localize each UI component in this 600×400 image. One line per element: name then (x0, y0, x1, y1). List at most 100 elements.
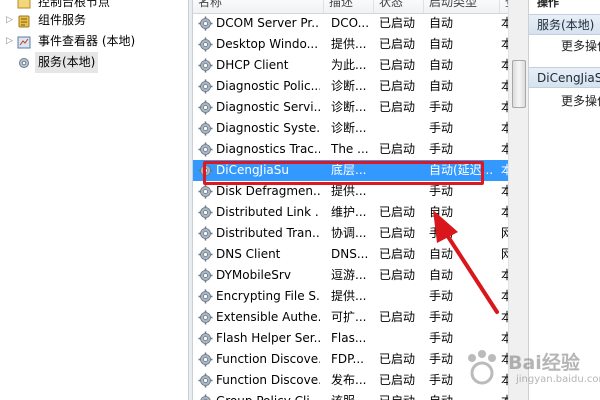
service-logon: 本 (501, 163, 508, 177)
service-startup-type: 自动 (429, 37, 454, 51)
service-status: 已启动 (379, 79, 416, 93)
service-description: Flas... (331, 331, 367, 345)
service-logon: 本 (501, 289, 508, 303)
actions-title: 操作 (537, 0, 559, 9)
service-status: 已启动 (379, 100, 416, 114)
service-status: 已启动 (379, 310, 416, 324)
service-description: 可扩... (331, 310, 367, 324)
service-description: DNS... (331, 247, 369, 261)
column-header-startup-type[interactable]: 启动类型 (424, 0, 500, 13)
service-startup-type: 手动 (429, 289, 454, 303)
service-startup-type: 自动 (429, 247, 454, 261)
service-description: 维护... (331, 205, 367, 219)
service-gear-icon (198, 373, 213, 388)
paw-logo-icon (468, 350, 496, 385)
service-name: Extensible Authe... (216, 310, 320, 324)
service-status: 已启动 (379, 37, 416, 51)
service-gear-icon (198, 352, 213, 367)
component-services-icon (17, 14, 31, 28)
service-gear-icon (198, 37, 213, 52)
column-header-logon[interactable]: 登 (500, 0, 508, 13)
service-gear-icon (198, 58, 213, 73)
column-header-name[interactable]: 名称 (193, 0, 324, 13)
service-logon: 本 (501, 121, 508, 135)
service-description: 为此... (331, 58, 367, 72)
scrollbar-thumb[interactable] (512, 60, 526, 108)
service-description: The ... (331, 142, 369, 156)
table-row[interactable]: Diagnostic Polic... 诊断... 已启动 自动 本 (193, 76, 508, 97)
service-gear-icon (198, 16, 213, 31)
service-name: Diagnostic Syste... (216, 121, 320, 135)
table-row[interactable]: Desktop Windo... 提供... 已启动 自动 本 (193, 34, 508, 55)
service-startup-type: 自动 (429, 16, 454, 30)
table-row[interactable]: Encrypting File S... 提供... 手动 本 (193, 286, 508, 307)
actions-section-selected-service[interactable]: DiCengJiaSu (529, 67, 600, 88)
table-row[interactable]: Extensible Authe... 可扩... 已启动 手动 本 (193, 307, 508, 328)
service-startup-type: 自动 (429, 79, 454, 93)
table-row[interactable]: Distributed Tran... 协调... 已启动 手动 网 (193, 223, 508, 244)
service-name: DNS Client (216, 247, 281, 261)
service-gear-icon (198, 79, 213, 94)
vertical-scrollbar[interactable] (508, 0, 528, 400)
tree-item-label: 服务(本地) (35, 52, 99, 73)
service-status: 已启动 (379, 16, 416, 30)
table-row[interactable]: Diagnostic Servi... 诊断... 已启动 手动 本 (193, 97, 508, 118)
service-status (379, 286, 423, 307)
service-status: 已启动 (379, 247, 416, 261)
watermark: Bai经验 jingyan.baidu.com (458, 344, 600, 394)
service-startup-type: 手动 (429, 310, 454, 324)
service-startup-type: 手动 (429, 226, 454, 240)
service-logon: 本 (501, 184, 508, 198)
service-status: 已启动 (379, 226, 416, 240)
table-row[interactable]: DYMobileSrv 逗游... 已启动 自动 本 (193, 265, 508, 286)
table-row[interactable]: DNS Client DNS... 已启动 自动 网 (193, 244, 508, 265)
service-logon: 本 (501, 100, 508, 114)
service-name: Diagnostic Servi... (216, 100, 320, 114)
service-gear-icon (198, 394, 213, 400)
service-status: 已启动 (379, 268, 416, 282)
service-name: DHCP Client (216, 58, 289, 72)
service-gear-icon (198, 331, 213, 346)
services-gear-icon (17, 56, 31, 69)
column-header-description[interactable]: 描述 (324, 0, 374, 13)
service-gear-icon (198, 100, 213, 115)
service-logon: 本 (501, 37, 508, 51)
service-description: 逗游... (331, 268, 367, 282)
expand-arrow-icon[interactable]: ▷ (6, 31, 16, 52)
service-description: 诊断... (331, 121, 367, 135)
service-gear-icon (198, 247, 213, 262)
service-logon: 本 (501, 58, 508, 72)
service-name: Group Policy Cli... (216, 391, 320, 400)
service-gear-icon (198, 205, 213, 220)
service-name: Distributed Tran... (216, 226, 320, 240)
services-list: 名称 描述 状态 启动类型 登 DCOM Server Pr... DCO... 已… (193, 0, 508, 400)
service-name: Diagnostic Polic... (216, 79, 320, 93)
service-gear-icon (198, 142, 213, 157)
service-logon: 本 (501, 142, 508, 156)
service-description: 该服... (331, 391, 375, 400)
more-actions-item[interactable]: 更多操作 (529, 91, 600, 112)
actions-section-services-local[interactable]: 服务(本地) (529, 14, 600, 35)
service-status: 已启动 (379, 205, 416, 219)
service-logon: 网 (501, 226, 508, 240)
more-actions-item[interactable]: 更多操作 (529, 36, 600, 57)
table-row[interactable]: DHCP Client 为此... 已启动 自动 本 (193, 55, 508, 76)
table-row[interactable]: DCOM Server Pr... DCO... 已启动 自动 本 (193, 13, 508, 34)
expand-arrow-icon[interactable]: ▷ (6, 10, 16, 31)
service-gear-icon (198, 226, 213, 241)
service-name: Flash Helper Ser... (216, 331, 320, 345)
service-description: 提供... (331, 289, 367, 303)
service-name: DYMobileSrv (216, 268, 291, 282)
table-row[interactable]: Distributed Link ... 维护... 已启动 自动 本 (193, 202, 508, 223)
table-row[interactable]: Diagnostic Syste... 诊断... 手动 本 (193, 118, 508, 139)
column-header-status[interactable]: 状态 (374, 0, 424, 13)
service-gear-icon (198, 289, 213, 304)
table-row[interactable]: Diagnostics Trac... The ... 已启动 手动 本 (193, 139, 508, 160)
service-logon: 本 (501, 79, 508, 93)
service-startup-type: 手动 (429, 100, 454, 114)
service-startup-type: 自动 (429, 58, 454, 72)
service-gear-icon (198, 268, 213, 283)
service-description: FDP... (331, 352, 364, 366)
actions-pane: 操作 服务(本地) 更多操作 DiCengJiaSu 更多操作 (528, 0, 600, 400)
service-description: 协调... (331, 226, 367, 240)
